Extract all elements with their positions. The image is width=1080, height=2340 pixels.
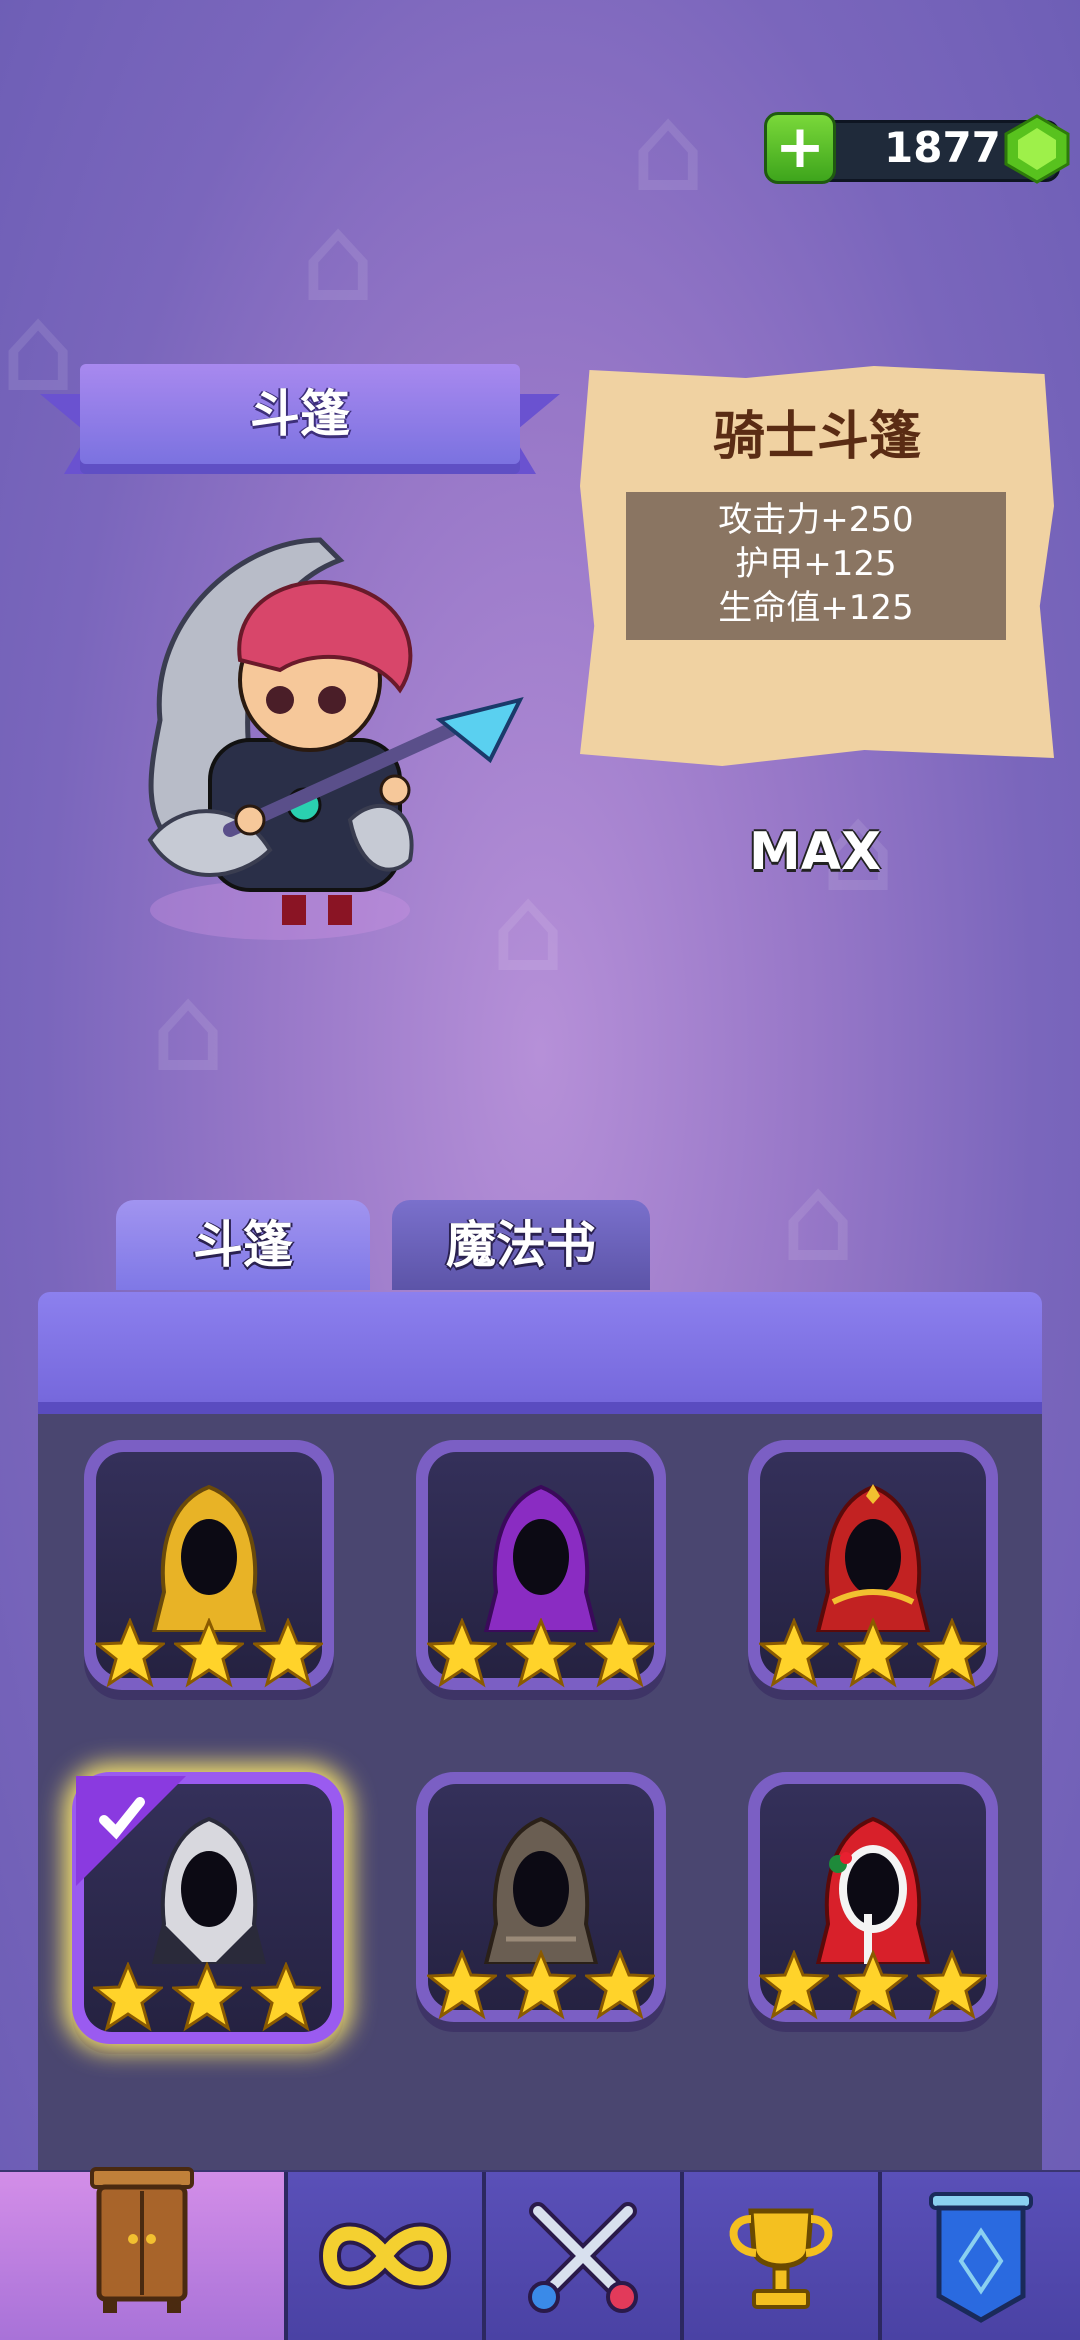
hat-watermark-icon: ⌂ <box>300 190 377 329</box>
star-rating <box>90 1618 328 1688</box>
red-cloak-icon <box>815 1484 931 1632</box>
star-icon <box>505 1618 576 1688</box>
crossed-swords-icon <box>528 2202 638 2313</box>
stat-health: 生命值+125 <box>718 588 914 628</box>
banner-title: 斗篷 <box>250 385 350 443</box>
nav-guild[interactable] <box>878 2172 1080 2340</box>
star-icon <box>94 1618 165 1688</box>
item-stats-box: 攻击力+250 护甲+125 生命值+125 <box>626 492 1006 640</box>
inventory-panel-header <box>38 1292 1042 1414</box>
star-rating <box>88 1962 326 2032</box>
star-icon <box>426 1950 497 2020</box>
star-icon <box>92 1962 163 2032</box>
star-icon <box>837 1618 908 1688</box>
star-icon <box>171 1962 242 2032</box>
shield-banner-icon <box>929 2192 1033 2323</box>
star-icon <box>505 1950 576 2020</box>
gem-currency: + 1877 <box>764 112 1072 184</box>
star-icon <box>837 1950 908 2020</box>
cloak-card-yellow[interactable] <box>84 1440 334 1690</box>
cloak-card-purple[interactable] <box>416 1440 666 1690</box>
hat-watermark-icon: ⌂ <box>780 1150 857 1289</box>
wardrobe-icon <box>90 2167 194 2314</box>
star-rating <box>422 1618 660 1688</box>
nav-endless[interactable] <box>284 2172 482 2340</box>
nav-battle[interactable] <box>482 2172 680 2340</box>
star-icon <box>426 1618 497 1688</box>
nav-wardrobe[interactable] <box>0 2167 284 2340</box>
star-rating <box>754 1950 992 2020</box>
hat-watermark-icon: ⌂ <box>630 80 707 219</box>
selected-checkmark-icon <box>76 1776 186 1886</box>
star-icon <box>758 1618 829 1688</box>
purple-cloak-icon <box>483 1484 599 1632</box>
gem-amount: 1877 <box>884 123 1001 172</box>
item-info-card: 骑士斗篷 攻击力+250 护甲+125 生命值+125 <box>580 366 1054 766</box>
star-icon <box>585 1950 656 2020</box>
trophy-icon <box>729 2208 833 2309</box>
star-icon <box>251 1962 322 2032</box>
stat-armor: 护甲+125 <box>735 544 897 584</box>
infinity-icon <box>318 2222 452 2290</box>
item-level-max: MAX <box>748 822 882 882</box>
brown-cloak-icon <box>483 1816 599 1964</box>
cloak-card-knight[interactable] <box>72 1772 344 2044</box>
tab-cloak[interactable]: 斗篷 <box>116 1200 370 1290</box>
wizard-character <box>147 537 524 940</box>
star-rating <box>754 1618 992 1688</box>
category-banner: 斗篷 <box>40 364 560 484</box>
cloak-card-brown[interactable] <box>416 1772 666 2022</box>
star-icon <box>758 1950 829 2020</box>
item-name: 骑士斗篷 <box>712 407 921 467</box>
plus-icon[interactable]: + <box>764 112 836 184</box>
stat-attack: 攻击力+250 <box>718 500 914 540</box>
nav-leaderboard[interactable] <box>680 2172 878 2340</box>
star-icon <box>173 1618 244 1688</box>
yellow-cloak-icon <box>151 1484 267 1632</box>
hat-watermark-icon: ⌂ <box>150 960 227 1099</box>
star-rating <box>422 1950 660 2020</box>
star-icon <box>585 1618 656 1688</box>
tab-spellbook[interactable]: 魔法书 <box>392 1200 650 1290</box>
star-icon <box>917 1950 988 2020</box>
green-gem-icon <box>1004 114 1070 184</box>
cloak-card-red[interactable] <box>748 1440 998 1690</box>
cloak-card-christmas[interactable] <box>748 1772 998 2022</box>
star-icon <box>917 1618 988 1688</box>
star-icon <box>253 1618 324 1688</box>
christmas-cloak-icon <box>815 1816 931 1964</box>
